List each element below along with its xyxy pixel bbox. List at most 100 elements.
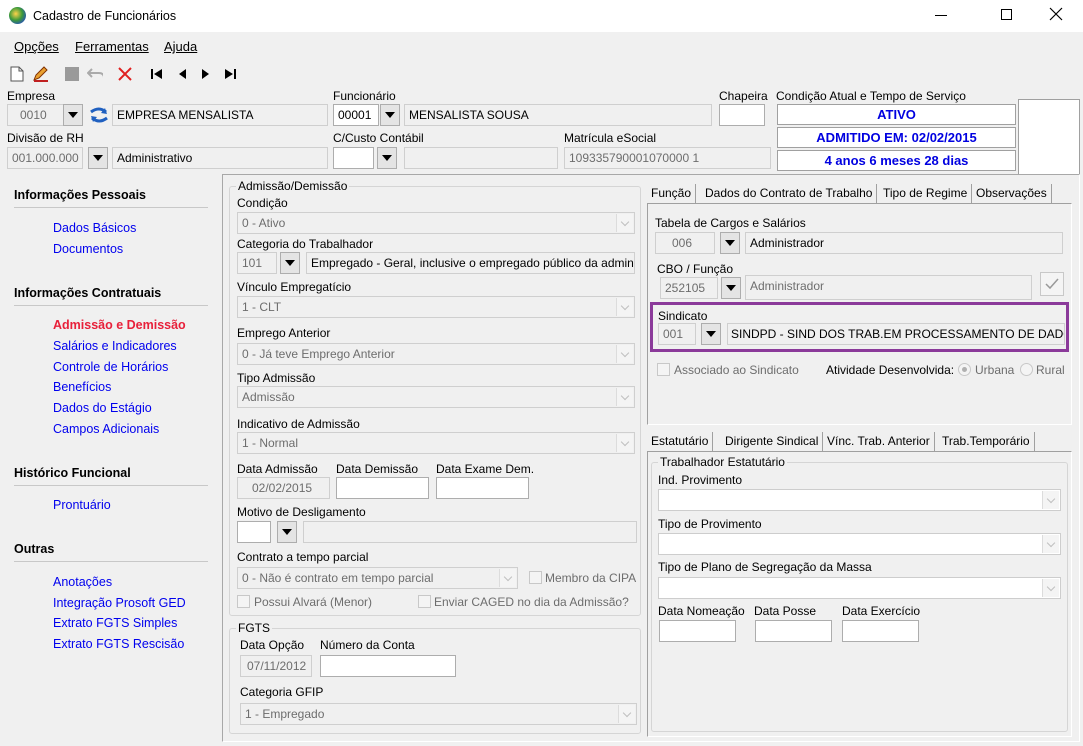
tipo-admissao-label: Tipo Admissão [237,371,316,385]
empresa-dropdown-button[interactable] [63,104,83,126]
menu-ferramentas[interactable]: Ferramentas [75,39,149,54]
cbo-dropdown-button[interactable] [721,277,741,299]
divisao-code-field[interactable]: 001.000.000 [7,147,83,169]
membro-cipa-checkbox[interactable] [529,571,542,584]
categoria-dropdown-button[interactable] [280,252,300,274]
alvara-checkbox[interactable] [237,595,250,608]
sidebar-divider [14,561,208,562]
tab-vinc-trab-anterior[interactable]: Vínc. Trab. Anterior [823,432,935,452]
new-document-icon[interactable] [9,66,25,82]
matricula-field[interactable]: 109335790001070000 1 [564,147,771,169]
sidebar-divider [14,207,208,208]
empresa-name-field: EMPRESA MENSALISTA [112,104,328,126]
tab-dirigente-sindical[interactable]: Dirigente Sindical [721,432,824,452]
checkmark-icon[interactable] [1040,272,1064,296]
tipo-provimento-select[interactable] [658,533,1061,555]
sidebar-item-extrato-fgts-simples[interactable]: Extrato FGTS Simples [53,616,177,630]
tab-funcao[interactable]: Função [647,184,697,204]
urbana-radio[interactable] [958,363,971,376]
sidebar-item-dados-estagio[interactable]: Dados do Estágio [53,401,152,415]
previous-record-icon[interactable] [174,66,190,82]
chapeira-field[interactable] [719,104,765,126]
data-admissao-field[interactable]: 02/02/2015 [237,477,330,499]
associado-checkbox[interactable] [657,363,670,376]
last-record-icon[interactable] [222,66,238,82]
rural-radio[interactable] [1020,363,1033,376]
employee-photo[interactable] [1018,99,1080,175]
ccusto-label: C/Custo Contábil [333,131,424,145]
tabela-dropdown-button[interactable] [720,232,740,254]
sidebar-item-beneficios[interactable]: Benefícios [53,380,111,394]
next-record-icon[interactable] [198,66,214,82]
emprego-anterior-select[interactable]: 0 - Já teve Emprego Anterior [237,343,635,365]
tab-estatutario[interactable]: Estatutário [647,432,714,452]
tab-observacoes[interactable]: Observações [972,184,1052,204]
tabela-code-field[interactable]: 006 [655,232,715,254]
chevron-down-icon [616,345,633,363]
sidebar-item-campos-adicionais[interactable]: Campos Adicionais [53,422,159,436]
menu-opcoes[interactable]: Opções [14,39,59,54]
data-exame-field[interactable] [436,477,529,499]
first-record-icon[interactable] [149,66,165,82]
sindicato-code-field[interactable]: 001 [658,323,696,345]
chapeira-label: Chapeira [719,89,768,103]
data-demissao-field[interactable] [336,477,429,499]
ind-provimento-select[interactable] [658,489,1061,511]
data-nomeacao-field[interactable] [659,620,736,642]
cbo-code-field[interactable]: 252105 [660,277,718,299]
data-posse-field[interactable] [755,620,832,642]
status-admitido: ADMITIDO EM: 02/02/2015 [777,127,1016,148]
data-demissao-label: Data Demissão [336,462,419,476]
categoria-gfip-label: Categoria GFIP [240,685,324,699]
menu-ajuda[interactable]: Ajuda [164,39,197,54]
sidebar-item-documentos[interactable]: Documentos [53,242,123,256]
sidebar-item-dados-basicos[interactable]: Dados Básicos [53,221,136,235]
divisao-dropdown-button[interactable] [88,147,108,169]
tab-dados-contrato[interactable]: Dados do Contrato de Trabalho [701,184,878,204]
data-opcao-field[interactable]: 07/11/2012 [240,655,312,677]
close-icon[interactable] [1048,6,1064,22]
categoria-trabalhador-label: Categoria do Trabalhador [237,237,374,251]
sindicato-dropdown-button[interactable] [701,323,721,345]
save-disabled-icon[interactable] [64,66,80,82]
sidebar-section-historico-funcional: Histórico Funcional [14,466,131,480]
minimize-icon[interactable] [935,15,947,16]
edit-pencil-icon[interactable] [32,66,48,82]
maximize-icon[interactable] [1001,9,1012,20]
sidebar-item-salarios[interactable]: Salários e Indicadores [53,339,177,353]
sidebar-item-anotacoes[interactable]: Anotações [53,575,112,589]
motivo-dropdown-button[interactable] [277,521,297,543]
numero-conta-field[interactable] [320,655,456,677]
alvara-label: Possui Alvará (Menor) [254,595,373,609]
categoria-gfip-select[interactable]: 1 - Empregado [240,703,637,725]
tipo-admissao-select[interactable]: Admissão [237,386,635,408]
tipo-plano-select[interactable] [658,577,1061,599]
categoria-code-field[interactable]: 101 [237,252,277,274]
sidebar-item-integracao-ged[interactable]: Integração Prosoft GED [53,596,186,610]
data-exercicio-field[interactable] [842,620,919,642]
indicativo-admissao-select[interactable]: 1 - Normal [237,432,635,454]
contrato-parcial-select[interactable]: 0 - Não é contrato em tempo parcial [237,567,518,589]
sidebar-item-prontuario[interactable]: Prontuário [53,498,111,512]
motivo-code-field[interactable] [237,521,271,543]
caged-label: Enviar CAGED no dia da Admissão? [434,595,629,609]
condicao-select[interactable]: 0 - Ativo [237,212,635,234]
sidebar-item-admissao-demissao[interactable]: Admissão e Demissão [53,318,186,332]
status-ativo: ATIVO [777,104,1016,125]
funcionario-dropdown-button[interactable] [380,104,400,126]
swap-company-icon[interactable] [88,105,110,125]
sidebar-item-controle-horarios[interactable]: Controle de Horários [53,360,168,374]
caged-checkbox[interactable] [418,595,431,608]
tabela-name-field: Administrador [745,232,1063,254]
undo-icon[interactable] [87,66,103,82]
vinculo-select[interactable]: 1 - CLT [237,296,635,318]
tab-tipo-regime[interactable]: Tipo de Regime [879,184,973,204]
delete-x-icon[interactable] [117,66,133,82]
tab-trab-temporario[interactable]: Trab.Temporário [938,432,1035,452]
funcionario-code-field[interactable]: 00001 [333,104,379,126]
data-admissao-label: Data Admissão [237,462,318,476]
estatutario-group-title: Trabalhador Estatutário [658,455,787,469]
ccusto-dropdown-button[interactable] [377,147,397,169]
ccusto-code-field[interactable] [333,147,374,169]
sidebar-item-extrato-fgts-rescisao[interactable]: Extrato FGTS Rescisão [53,637,184,651]
